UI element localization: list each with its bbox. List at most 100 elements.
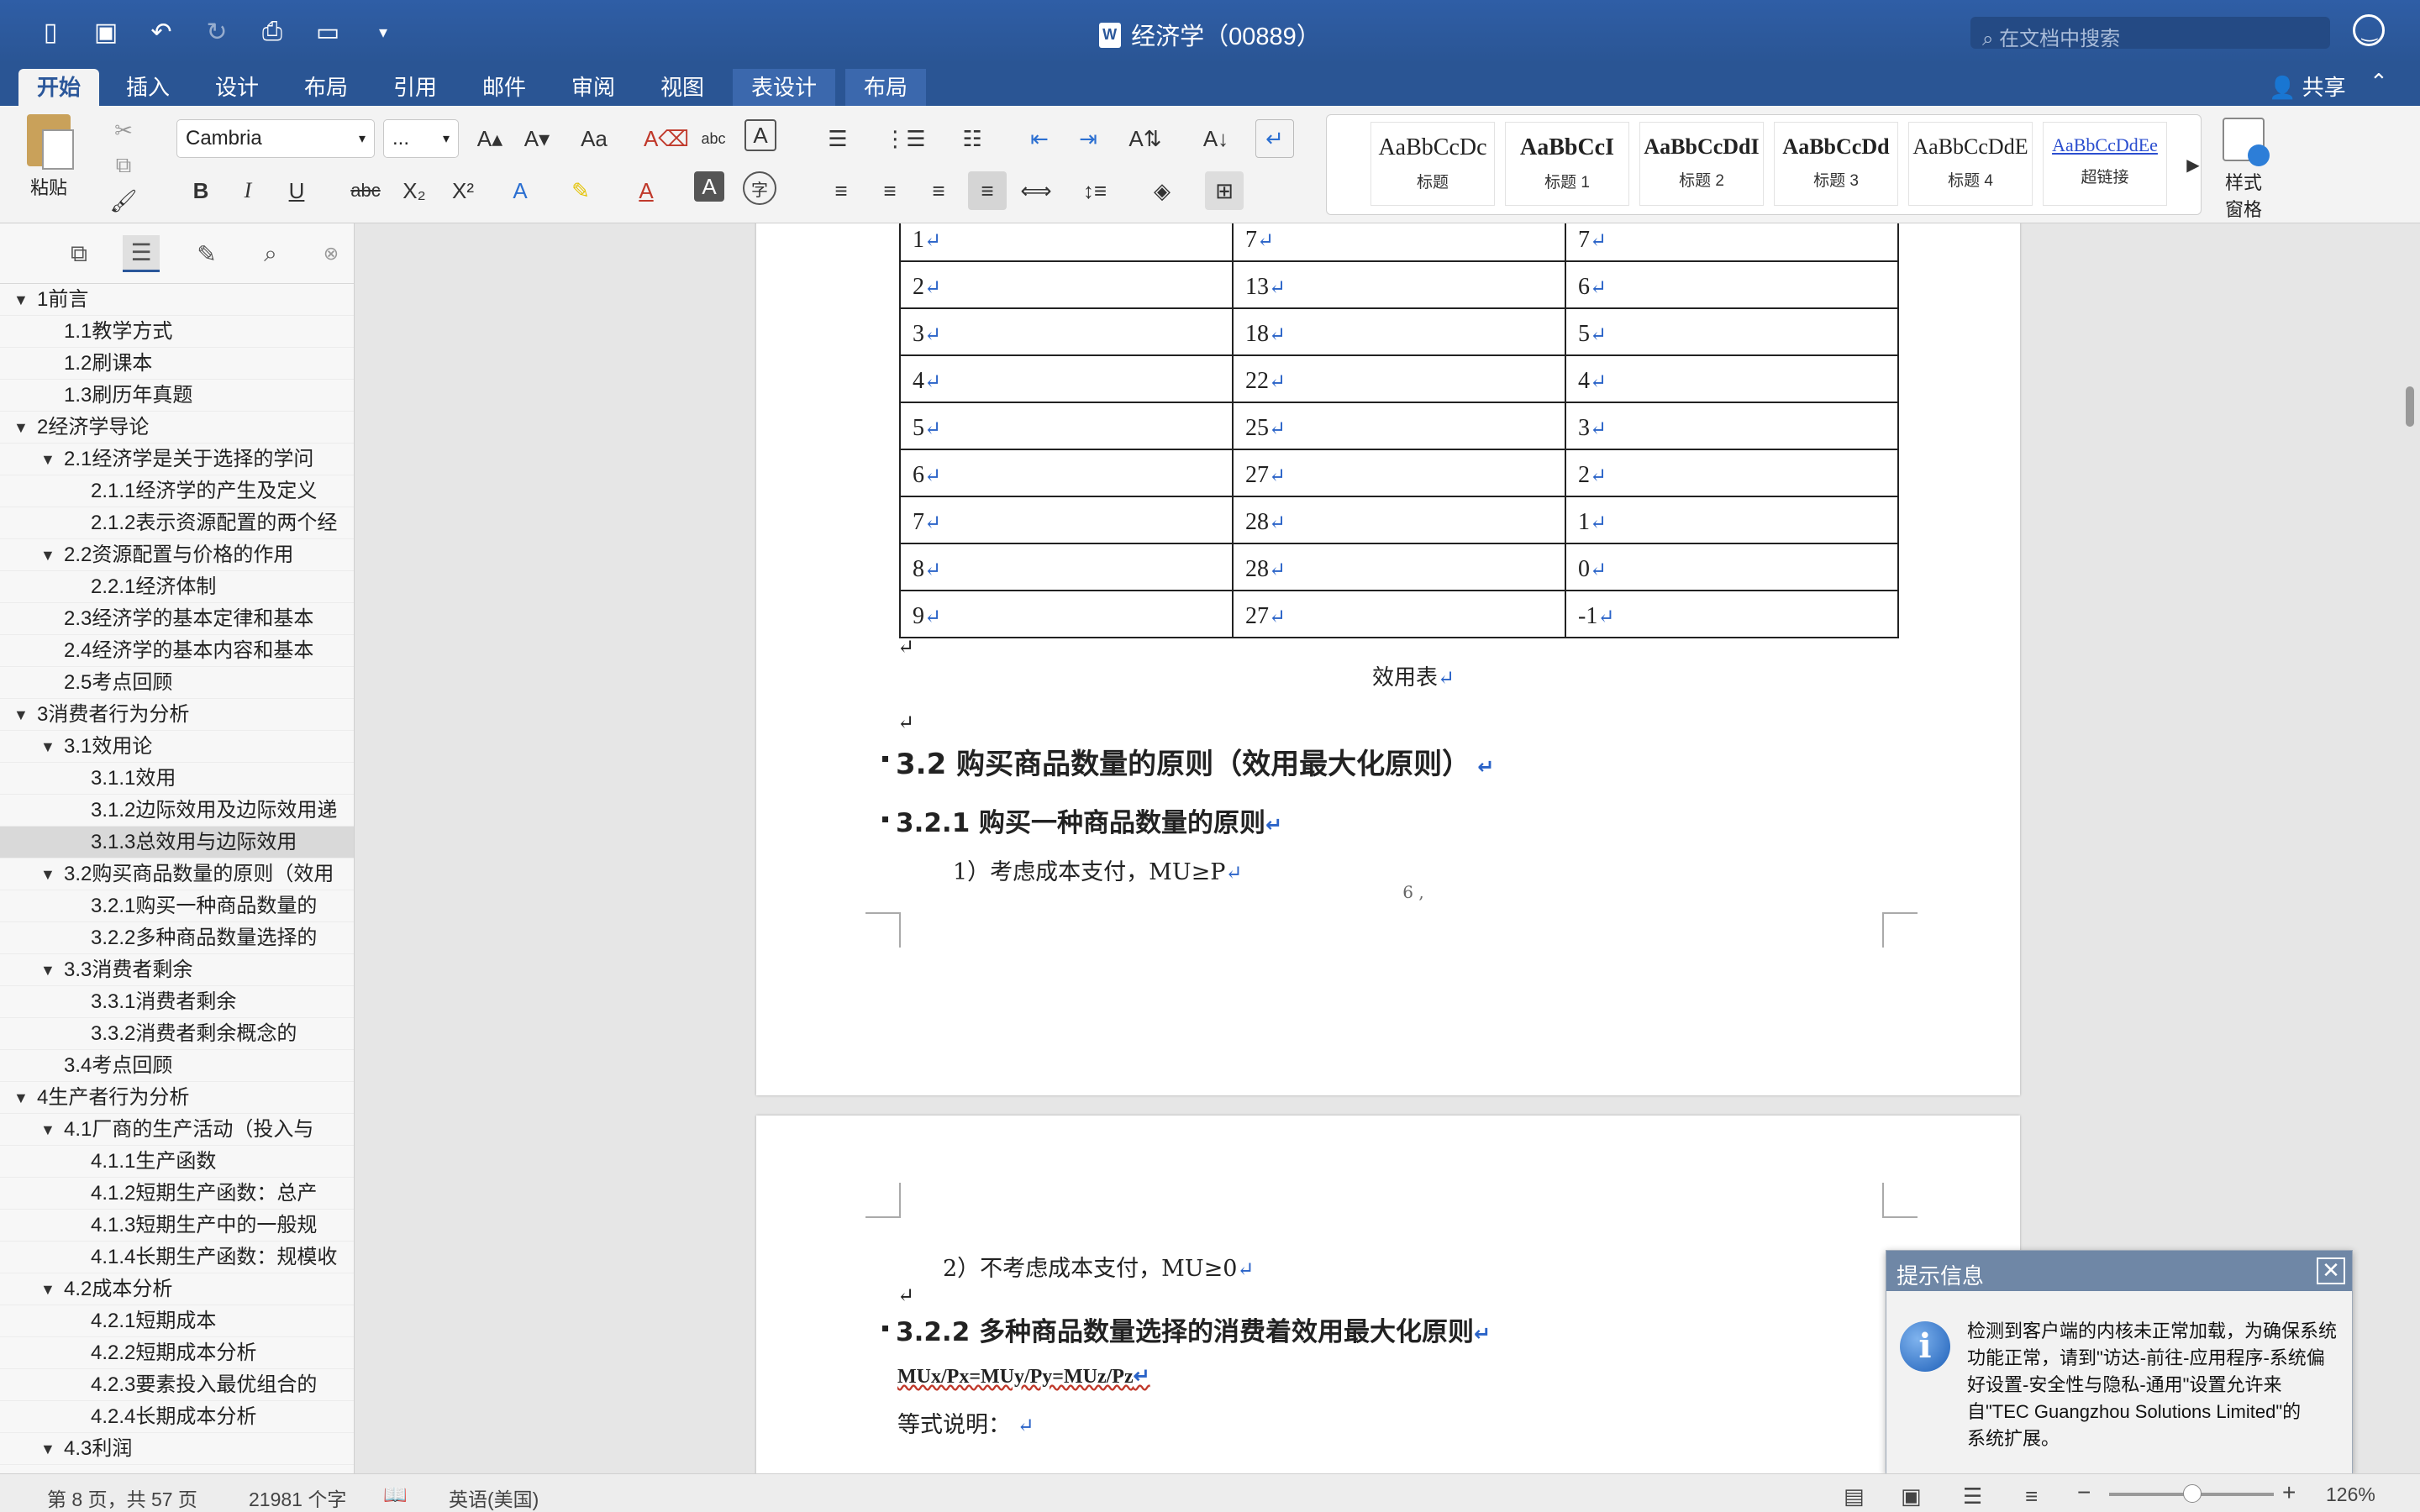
reviewing-pane-icon[interactable]: ✎ [188,235,225,272]
shading-icon[interactable]: ◈ [1143,171,1181,210]
enclose-characters-icon[interactable]: 字 [743,171,776,205]
close-icon[interactable]: ⊗ [313,235,350,272]
table-cell[interactable]: 0↵ [1565,543,1899,591]
nav-outline-item[interactable]: 1.3刷历年真题 [0,380,354,412]
nav-outline-item[interactable]: 4.2.2短期成本分析 [0,1337,354,1369]
bullets-icon[interactable]: ☰ [818,119,857,158]
increase-indent-icon[interactable]: ⇥ [1069,119,1107,158]
table-cell[interactable]: 2↵ [1565,449,1899,497]
proofing-icon[interactable]: 📖 [383,1483,408,1506]
utility-table[interactable]: 1↵ 7↵ 7↵ 2↵ 13↵ 6↵ 3↵ 18↵ 5↵ 4↵ 22↵ 4↵ 5↵ 25↵ 3↵ 6↵ 27↵ 2… [899,223,1899,638]
close-icon[interactable]: ✕ [2317,1257,2345,1284]
bold-icon[interactable]: B [182,171,220,210]
styles-more-arrow-icon[interactable]: ▶ [2174,145,2212,184]
expand-triangle-icon[interactable]: ▼ [40,1273,55,1305]
expand-triangle-icon[interactable]: ▼ [13,1082,29,1113]
nav-outline-item[interactable]: 1.2刷课本 [0,348,354,380]
nav-outline-item[interactable]: 4.2.1短期成本 [0,1305,354,1337]
table-cell[interactable]: -1↵ [1565,590,1899,638]
nav-outline-item[interactable]: 3.2.1购买一种商品数量的 [0,890,354,922]
nav-outline-item[interactable]: ▼ 2经济学导论 [0,412,354,444]
copy-icon[interactable]: ⧉ [104,146,143,185]
table-cell[interactable]: 7↵ [1565,223,1899,262]
search-icon[interactable]: ⌕ [252,235,289,272]
nav-outline-item[interactable]: 2.3经济学的基本定律和基本 [0,603,354,635]
style-hyperlink[interactable]: AaBbCcDdEe 超链接 [2043,122,2167,206]
grow-font-icon[interactable]: A▴ [471,119,509,158]
table-cell[interactable]: 22↵ [1232,354,1566,403]
phonetic-guide-icon[interactable]: abc [694,119,733,158]
align-left-icon[interactable]: ≡ [822,171,860,210]
font-size-select[interactable]: ... ▾ [383,119,459,158]
expand-triangle-icon[interactable]: ▼ [13,284,29,315]
expand-triangle-icon[interactable]: ▼ [40,954,55,985]
decrease-indent-icon[interactable]: ⇤ [1020,119,1059,158]
numbering-icon[interactable]: ⋮☰ [884,119,925,158]
font-name-select[interactable]: Cambria ▾ [176,119,375,158]
expand-triangle-icon[interactable]: ▼ [40,731,55,762]
nav-outline-item[interactable]: ▼ 3.1效用论 [0,731,354,763]
format-painter-icon[interactable]: 🖌 [104,181,143,220]
table-cell[interactable]: 27↵ [1232,590,1566,638]
focus-mode-icon[interactable]: ▣ [1901,1483,1922,1509]
table-cell[interactable]: 8↵ [899,543,1234,591]
character-border-icon[interactable]: A [744,119,776,151]
nav-outline-item[interactable]: 4.2.4长期成本分析 [0,1401,354,1433]
nav-outline-item[interactable]: 2.1.1经济学的产生及定义 [0,475,354,507]
collapse-ribbon-icon[interactable]: ⌃ [2370,69,2388,95]
nav-outline-item[interactable]: ▼ 4.2成本分析 [0,1273,354,1305]
zoom-in-icon[interactable]: + [2282,1479,2296,1506]
clear-formatting-icon[interactable]: A⌫ [644,119,689,158]
table-cell[interactable]: 6↵ [1565,260,1899,309]
word-count[interactable]: 21981 个字 [249,1483,346,1512]
nav-outline-item[interactable]: ▼ 1前言 [0,284,354,316]
tab-insert[interactable]: 插入 [108,69,188,106]
shrink-font-icon[interactable]: A▾ [518,119,556,158]
tab-design[interactable]: 设计 [197,69,277,106]
expand-triangle-icon[interactable]: ▼ [40,858,55,890]
table-cell[interactable]: 18↵ [1232,307,1566,356]
style-title[interactable]: AaBbCcDc 标题 [1370,122,1495,206]
align-right-icon[interactable]: ≡ [919,171,958,210]
thumbnails-icon[interactable]: ⧉ [60,235,97,272]
expand-triangle-icon[interactable]: ▼ [13,412,29,443]
nav-outline-item[interactable]: ▼ 2.2资源配置与价格的作用 [0,539,354,571]
expand-triangle-icon[interactable]: ▼ [40,1114,55,1145]
table-cell[interactable]: 28↵ [1232,496,1566,544]
nav-outline-item[interactable]: 3.1.2边际效用及边际效用递 [0,795,354,827]
nav-outline-item[interactable]: 4.1.3短期生产中的一般规 [0,1210,354,1242]
tab-table-design[interactable]: 表设计 [733,69,836,106]
table-cell[interactable]: 6↵ [899,449,1234,497]
style-heading-2[interactable]: AaBbCcDdI 标题 2 [1639,122,1764,206]
outline-view-icon[interactable]: ☰ [1963,1483,1982,1509]
table-cell[interactable]: 25↵ [1232,402,1566,450]
zoom-slider-handle[interactable] [2183,1484,2202,1503]
multilevel-list-icon[interactable]: ☷ [953,119,992,158]
zoom-out-icon[interactable]: − [2077,1479,2091,1506]
italic-icon[interactable]: I [229,171,267,210]
nav-outline-item[interactable]: 2.5考点回顾 [0,667,354,699]
nav-outline-item[interactable]: 3.3.2消费者剩余概念的 [0,1018,354,1050]
nav-outline-item[interactable]: 3.4考点回顾 [0,1050,354,1082]
style-heading-3[interactable]: AaBbCcDd 标题 3 [1774,122,1898,206]
table-cell[interactable]: 3↵ [1565,402,1899,450]
nav-outline-item[interactable]: 2.2.1经济体制 [0,571,354,603]
table-cell[interactable]: 9↵ [899,590,1234,638]
tab-layout[interactable]: 布局 [286,69,366,106]
search-document-input[interactable]: ⌕ 在文档中搜索 [1970,17,2330,50]
nav-outline-item[interactable]: ▼ 3.3消费者剩余 [0,954,354,986]
table-cell[interactable]: 13↵ [1232,260,1566,309]
document-map-icon[interactable]: ☰ [123,235,160,272]
paste-button[interactable]: 粘贴 [15,114,82,200]
share-button[interactable]: 👤 共享 [2269,71,2346,102]
expand-triangle-icon[interactable]: ▼ [13,699,29,730]
table-cell[interactable]: 4↵ [899,354,1234,403]
nav-outline-item[interactable]: ▼ 4生产者行为分析 [0,1082,354,1114]
styles-pane-button[interactable]: 样式 窗格 [2218,118,2270,222]
nav-outline-item[interactable]: 4.1.1生产函数 [0,1146,354,1178]
tab-review[interactable]: 审阅 [553,69,634,106]
borders-icon[interactable]: ⊞ [1205,171,1244,210]
line-spacing-icon[interactable]: ↕≡ [1076,171,1114,210]
font-color-icon[interactable]: A [627,171,666,210]
table-cell[interactable]: 7↵ [899,496,1234,544]
